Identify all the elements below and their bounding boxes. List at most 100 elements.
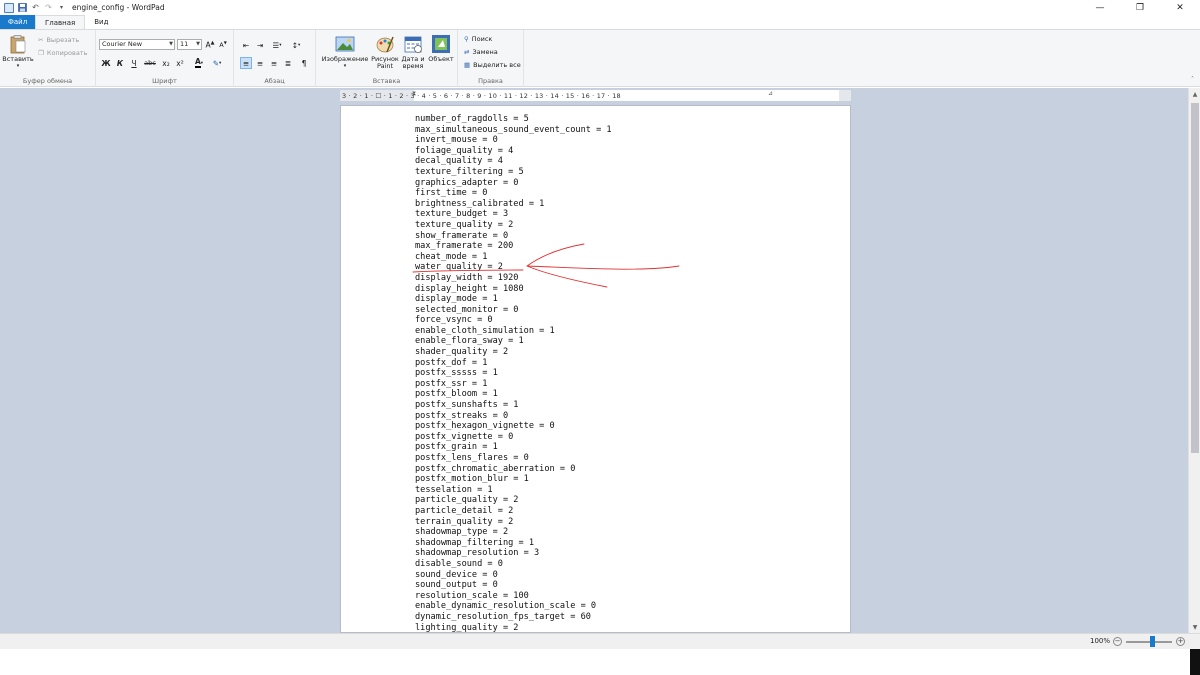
collapse-ribbon-icon[interactable]: ˄ [1191, 76, 1194, 83]
cut-button[interactable]: ✂ Вырезать [38, 36, 79, 44]
document-line[interactable]: texture_budget = 3 [415, 209, 612, 220]
document-line[interactable]: postfx_sunshafts = 1 [415, 400, 612, 411]
line-spacing-icon[interactable]: ↕ ▾ [288, 39, 304, 51]
document-line[interactable]: enable_cloth_simulation = 1 [415, 326, 612, 337]
document-line[interactable]: max_simultaneous_sound_event_count = 1 [415, 125, 612, 136]
document-line[interactable]: shadowmap_resolution = 3 [415, 548, 612, 559]
document-line[interactable]: texture_filtering = 5 [415, 167, 612, 178]
insert-image-button[interactable]: Изображение ▾ [319, 34, 371, 70]
strikethrough-button[interactable]: abc [142, 57, 158, 69]
scroll-up-icon[interactable]: ▲ [1189, 88, 1200, 100]
document-line[interactable]: sound_output = 0 [415, 580, 612, 591]
document-text[interactable]: number_of_ragdolls = 5 max_simultaneous_s… [415, 114, 612, 633]
save-icon[interactable] [18, 3, 27, 12]
document-line[interactable]: postfx_vignette = 0 [415, 432, 612, 443]
document-line[interactable]: display_height = 1080 [415, 284, 612, 295]
indent-marker-icon[interactable]: ⧗ [412, 90, 416, 98]
paragraph-settings-icon[interactable]: ¶ [298, 57, 310, 69]
document-line[interactable]: dynamic_resolution_fps_target = 60 [415, 612, 612, 623]
document-line[interactable]: lighting_quality = 2 [415, 623, 612, 633]
document-line[interactable]: postfx_hexagon_vignette = 0 [415, 421, 612, 432]
document-line[interactable]: disable_sound = 0 [415, 559, 612, 570]
underline-button[interactable]: Ч [128, 57, 140, 69]
close-button[interactable]: ✕ [1160, 0, 1200, 15]
document-line[interactable]: postfx_chromatic_aberration = 0 [415, 464, 612, 475]
document-line[interactable]: postfx_motion_blur = 1 [415, 474, 612, 485]
document-line[interactable]: postfx_streaks = 0 [415, 411, 612, 422]
align-center-icon[interactable]: ≡ [254, 57, 266, 69]
text-color-button[interactable]: A ▾ [191, 57, 207, 69]
document-line[interactable]: shadowmap_type = 2 [415, 527, 612, 538]
document-page[interactable]: number_of_ragdolls = 5 max_simultaneous_s… [340, 105, 851, 633]
font-size-select[interactable]: 11 ▼ [177, 39, 202, 50]
document-line[interactable]: shadowmap_filtering = 1 [415, 538, 612, 549]
document-line[interactable]: postfx_dof = 1 [415, 358, 612, 369]
document-line[interactable]: brightness_calibrated = 1 [415, 199, 612, 210]
redo-icon[interactable]: ↷ [44, 3, 53, 12]
document-line[interactable]: graphics_adapter = 0 [415, 178, 612, 189]
document-line[interactable]: max_framerate = 200 [415, 241, 612, 252]
paste-button[interactable]: Вставить ▾ [2, 34, 34, 70]
shrink-font-button[interactable]: A▼ [217, 39, 229, 51]
document-line[interactable]: selected_monitor = 0 [415, 305, 612, 316]
increase-indent-icon[interactable]: ⇥ [254, 39, 266, 51]
document-line[interactable]: enable_dynamic_resolution_scale = 0 [415, 601, 612, 612]
copy-button[interactable]: ❐ Копировать [38, 49, 87, 57]
document-line[interactable]: postfx_lens_flares = 0 [415, 453, 612, 464]
document-line[interactable]: invert_mouse = 0 [415, 135, 612, 146]
document-line[interactable]: foliage_quality = 4 [415, 146, 612, 157]
insert-object-button[interactable]: Объект [426, 34, 456, 63]
font-family-select[interactable]: Courier New ▼ [99, 39, 175, 50]
align-left-icon[interactable]: ≡ [240, 57, 252, 69]
document-line[interactable]: display_width = 1920 [415, 273, 612, 284]
insert-datetime-button[interactable]: Дата и время [400, 34, 426, 70]
justify-icon[interactable]: ≣ [282, 57, 294, 69]
tab-view[interactable]: Вид [85, 15, 117, 29]
customize-toolbar-icon[interactable]: ▾ [57, 3, 66, 12]
document-line[interactable]: texture_quality = 2 [415, 220, 612, 231]
document-line[interactable]: decal_quality = 4 [415, 156, 612, 167]
document-line[interactable]: terrain_quality = 2 [415, 517, 612, 528]
ruler[interactable]: 3 · 2 · 1 · ☐ · 1 · 2 · 3 · 4 · 5 · 6 · … [340, 90, 851, 101]
grow-font-button[interactable]: A▲ [204, 39, 216, 51]
vertical-scrollbar[interactable]: ▲ ▼ [1188, 88, 1200, 633]
paint-drawing-button[interactable]: Рисунок Paint [370, 34, 400, 70]
highlight-color-button[interactable]: ✎ ▾ [209, 57, 225, 69]
zoom-in-button[interactable]: + [1176, 637, 1185, 646]
right-indent-marker-icon[interactable]: ⊿ [768, 90, 773, 97]
document-line[interactable]: force_vsync = 0 [415, 315, 612, 326]
document-line[interactable]: resolution_scale = 100 [415, 591, 612, 602]
zoom-slider-thumb[interactable] [1149, 636, 1155, 647]
replace-button[interactable]: ⇄ Замена [464, 48, 498, 56]
document-line[interactable]: cheat_mode = 1 [415, 252, 612, 263]
document-line[interactable]: display_mode = 1 [415, 294, 612, 305]
document-line[interactable]: tesselation = 1 [415, 485, 612, 496]
tab-file[interactable]: Файл [0, 15, 35, 29]
undo-icon[interactable]: ↶ [31, 3, 40, 12]
italic-button[interactable]: К [114, 57, 126, 69]
bullet-list-icon[interactable]: ☰ ▾ [269, 39, 285, 51]
scroll-down-icon[interactable]: ▼ [1189, 621, 1200, 633]
scrollbar-thumb[interactable] [1191, 103, 1199, 453]
document-line[interactable]: sound_device = 0 [415, 570, 612, 581]
document-line[interactable]: postfx_grain = 1 [415, 442, 612, 453]
tab-home[interactable]: Главная [35, 15, 86, 29]
document-line[interactable]: show_framerate = 0 [415, 231, 612, 242]
document-line[interactable]: water_quality = 2 [415, 262, 612, 273]
subscript-button[interactable]: x₂ [160, 57, 172, 69]
zoom-out-button[interactable]: − [1113, 637, 1122, 646]
maximize-button[interactable]: ❐ [1120, 0, 1160, 15]
minimize-button[interactable]: — [1080, 0, 1120, 15]
wordpad-app-icon[interactable] [4, 2, 14, 13]
document-line[interactable]: particle_detail = 2 [415, 506, 612, 517]
document-line[interactable]: shader_quality = 2 [415, 347, 612, 358]
bold-button[interactable]: Ж [100, 57, 112, 69]
align-right-icon[interactable]: ≡ [268, 57, 280, 69]
document-line[interactable]: postfx_ssr = 1 [415, 379, 612, 390]
decrease-indent-icon[interactable]: ⇤ [240, 39, 252, 51]
document-line[interactable]: postfx_bloom = 1 [415, 389, 612, 400]
document-line[interactable]: first_time = 0 [415, 188, 612, 199]
document-line[interactable]: enable_flora_sway = 1 [415, 336, 612, 347]
superscript-button[interactable]: x² [174, 57, 186, 69]
document-line[interactable]: number_of_ragdolls = 5 [415, 114, 612, 125]
